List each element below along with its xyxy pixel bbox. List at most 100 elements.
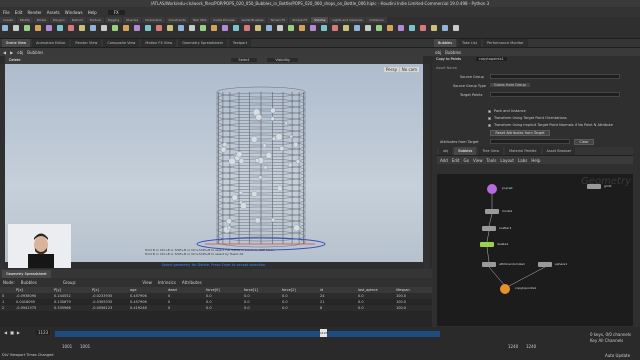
shelf-tool-icon[interactable] xyxy=(398,25,404,31)
shelf-tool-icon[interactable] xyxy=(13,25,19,31)
param-path-obj[interactable]: obj xyxy=(435,50,441,55)
shelf-tab[interactable]: Lights and Cameras xyxy=(329,17,366,23)
shelf-tool-icon[interactable] xyxy=(156,25,162,31)
menu-help[interactable]: Help xyxy=(88,10,97,15)
tab-geometry-spreadsheet[interactable]: Geometry Spreadsheet xyxy=(2,270,51,278)
pack-instance-checkbox[interactable] xyxy=(488,110,491,113)
network-menu-item[interactable]: Go xyxy=(464,158,470,163)
shelf-tab[interactable]: Characters xyxy=(142,17,165,23)
shelf-tool-icon[interactable] xyxy=(354,25,360,31)
scene-tab[interactable]: Render View xyxy=(71,39,102,47)
network-node[interactable] xyxy=(487,184,497,194)
shelf-tool-icon[interactable] xyxy=(178,25,184,31)
shelf-tool-icon[interactable] xyxy=(310,25,316,31)
shelf-tab[interactable]: Polygon xyxy=(49,17,68,23)
select-dropdown[interactable]: Select xyxy=(230,57,258,62)
shelf-tool-icon[interactable] xyxy=(200,25,206,31)
target-points-field[interactable] xyxy=(490,92,620,97)
shelf-tab[interactable]: Create xyxy=(0,17,16,23)
shelf-tool-icon[interactable] xyxy=(2,25,8,31)
menu-render[interactable]: Render xyxy=(27,10,41,15)
shelf-tool-icon[interactable] xyxy=(145,25,151,31)
cam-label[interactable]: No cam xyxy=(399,67,419,72)
network-tab[interactable]: Asset Browser xyxy=(542,147,576,155)
shelf-tab[interactable]: Constraints xyxy=(165,17,189,23)
network-menu-item[interactable]: Edit xyxy=(452,158,460,163)
shelf-tool-icon[interactable] xyxy=(211,25,217,31)
shelf-tool-icon[interactable] xyxy=(321,25,327,31)
network-menu-item[interactable]: View xyxy=(473,158,483,163)
scene-tab[interactable]: Motion FX View xyxy=(141,39,177,47)
network-tab[interactable]: Bubbles xyxy=(454,147,477,155)
shelf-tab[interactable]: Muscles xyxy=(123,17,142,23)
shelf-tool-icon[interactable] xyxy=(24,25,30,31)
scene-tab[interactable]: Geometry Spreadsheet xyxy=(178,39,227,47)
shelf-tab[interactable]: Volume xyxy=(311,17,329,23)
shelf-tool-icon[interactable] xyxy=(222,25,228,31)
network-menu-item[interactable]: Labs xyxy=(518,158,527,163)
visibility-dropdown[interactable]: Visibility xyxy=(267,57,298,62)
shelf-tool-icon[interactable] xyxy=(35,25,41,31)
shelf-tool-icon[interactable] xyxy=(46,25,52,31)
network-node[interactable] xyxy=(485,209,499,214)
shelf-tool-icon[interactable] xyxy=(332,25,338,31)
shelf-tool-icon[interactable] xyxy=(112,25,118,31)
shelf-tool-icon[interactable] xyxy=(277,25,283,31)
start-frame[interactable]: 1001 xyxy=(62,344,72,349)
shelf-tool-icon[interactable] xyxy=(189,25,195,31)
timeline-track[interactable] xyxy=(55,331,440,337)
scene-tab[interactable]: Animation Editor xyxy=(32,39,70,47)
stop-icon[interactable]: ■ xyxy=(10,330,14,335)
shelf-tool-icon[interactable] xyxy=(442,25,448,31)
node-value[interactable]: Bubbles xyxy=(21,280,37,285)
shelf-tool-icon[interactable] xyxy=(233,25,239,31)
param-path-node[interactable]: Bubbles xyxy=(445,50,461,55)
attributes-button[interactable]: Attributes xyxy=(182,280,202,285)
forward-arrow-icon[interactable]: ▶ xyxy=(10,50,13,55)
shelf-tool-icon[interactable] xyxy=(134,25,140,31)
path-node[interactable]: Bubbles xyxy=(27,50,43,55)
shelf-tool-icon[interactable] xyxy=(365,25,371,31)
menu-assets[interactable]: Assets xyxy=(47,10,60,15)
desktop-selector[interactable]: FX xyxy=(107,9,125,15)
intrinsics-button[interactable]: Intrinsics xyxy=(158,280,176,285)
network-menu-item[interactable]: Layout xyxy=(500,158,514,163)
shelf-tab[interactable]: Deform xyxy=(68,17,86,23)
network-node[interactable] xyxy=(587,184,601,189)
network-node[interactable] xyxy=(538,262,552,267)
shelf-tab[interactable]: Texture xyxy=(86,17,104,23)
source-group-field[interactable] xyxy=(490,74,620,79)
menu-edit[interactable]: Edit xyxy=(15,10,23,15)
play-back-icon[interactable]: ◀ xyxy=(4,330,7,335)
shelf-tab[interactable]: Rigging xyxy=(104,17,123,23)
end-frame[interactable]: 1240 xyxy=(508,344,518,349)
network-menu-item[interactable]: Help xyxy=(531,158,540,163)
shelf-tool-icon[interactable] xyxy=(68,25,74,31)
network-node[interactable] xyxy=(482,262,496,267)
network-menu-item[interactable]: Add xyxy=(440,158,448,163)
timeline-cursor[interactable]: 1123 xyxy=(320,329,328,337)
back-arrow-icon[interactable]: ◀ xyxy=(3,50,6,55)
shelf-tool-icon[interactable] xyxy=(343,25,349,31)
transform-checkbox[interactable] xyxy=(488,117,491,120)
reset-attributes-button[interactable]: Reset Attributes from Target xyxy=(490,130,550,136)
auto-update[interactable]: Auto Update xyxy=(605,353,630,358)
shelf-tool-icon[interactable] xyxy=(57,25,63,31)
path-obj[interactable]: obj xyxy=(17,50,23,55)
shelf-tab[interactable]: Guide Process xyxy=(210,17,238,23)
shelf-tab[interactable]: Modify xyxy=(16,17,33,23)
shelf-tab[interactable]: Hair Utils xyxy=(189,17,210,23)
shelf-tool-icon[interactable] xyxy=(266,25,272,31)
shelf-tool-icon[interactable] xyxy=(420,25,426,31)
table-row[interactable]: 2 -0.0941375 0.335966 -0.0056123 0.419248 0 0.… xyxy=(0,305,432,311)
param-tab[interactable]: Performance Monitor xyxy=(483,39,528,47)
scene-tab[interactable]: Scene View xyxy=(2,39,31,47)
menu-windows[interactable]: Windows xyxy=(65,10,83,15)
shelf-tool-icon[interactable] xyxy=(409,25,415,31)
shelf-tool-icon[interactable] xyxy=(376,25,382,31)
play-icon[interactable]: ▶ xyxy=(17,330,20,335)
param-tab[interactable]: Take List xyxy=(458,39,482,47)
persp-label[interactable]: Persp xyxy=(384,67,399,72)
shelf-tool-icon[interactable] xyxy=(288,25,294,31)
shelf-tool-icon[interactable] xyxy=(79,25,85,31)
